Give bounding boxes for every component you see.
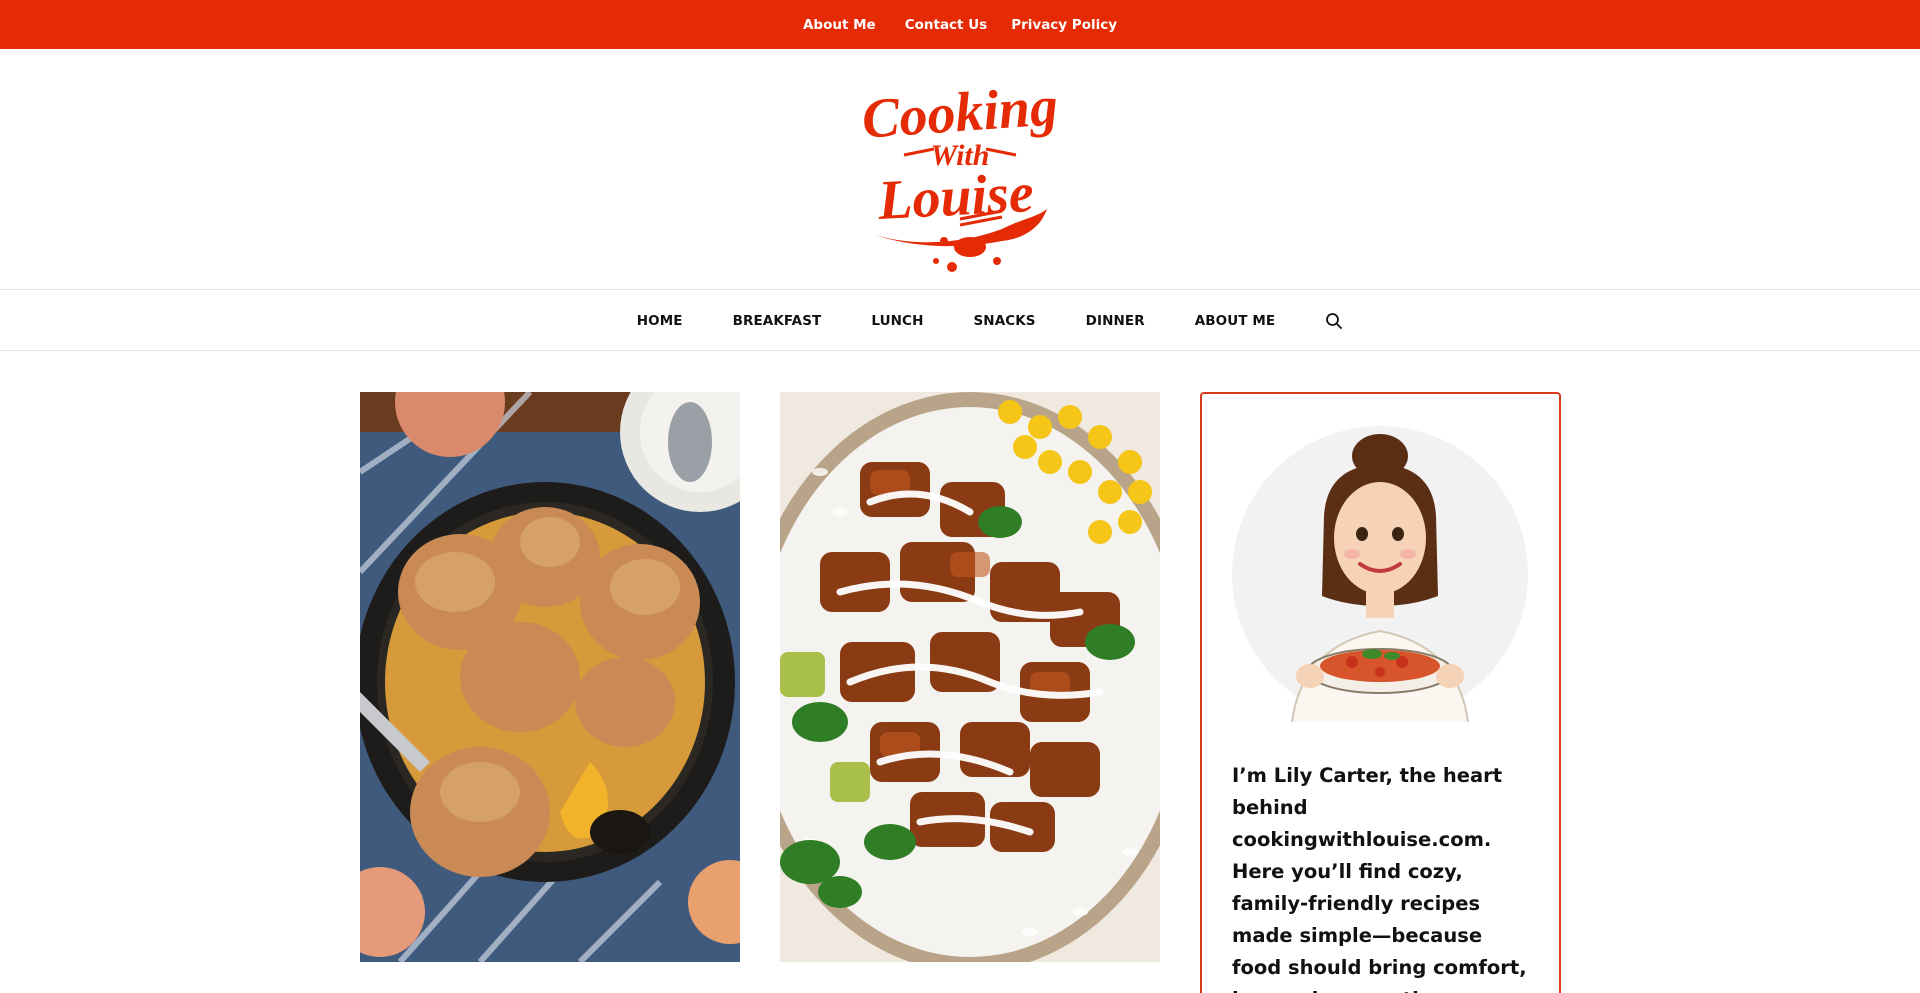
about-me-text: I’m Lily Carter, the heart behind cookin… — [1232, 764, 1527, 993]
about-me-card: I’m Lily Carter, the heart behind cookin… — [1200, 392, 1561, 993]
contact-us-link[interactable]: Contact Us — [905, 17, 988, 33]
main-nav: HOME BREAKFAST LUNCH SNACKS DINNER ABOUT… — [0, 291, 1920, 351]
nav-item-snacks[interactable]: SNACKS — [973, 313, 1035, 329]
peach-cobbler-image — [360, 392, 740, 962]
nav-item-home[interactable]: HOME — [637, 313, 683, 329]
search-icon[interactable] — [1325, 312, 1343, 330]
nav-item-breakfast[interactable]: BREAKFAST — [733, 313, 822, 329]
privacy-policy-link[interactable]: Privacy Policy — [1011, 17, 1117, 33]
chef-avatar — [1232, 426, 1528, 722]
chicken-bowl-image — [780, 392, 1160, 962]
post-thumbnail-chicken-rice-bowl[interactable] — [780, 392, 1160, 962]
logo-line-louise: Louise — [876, 162, 1036, 232]
site-header: Cooking With Louise — [0, 49, 1920, 290]
about-me-link[interactable]: About Me — [803, 17, 876, 33]
nav-item-about-me[interactable]: ABOUT ME — [1195, 313, 1276, 329]
post-thumbnail-peach-cobbler[interactable] — [360, 392, 740, 962]
nav-item-lunch[interactable]: LUNCH — [871, 313, 923, 329]
nav-item-dinner[interactable]: DINNER — [1086, 313, 1145, 329]
site-logo[interactable]: Cooking With Louise — [852, 69, 1068, 279]
top-bar: About Me Contact Us Privacy Policy — [0, 0, 1920, 49]
